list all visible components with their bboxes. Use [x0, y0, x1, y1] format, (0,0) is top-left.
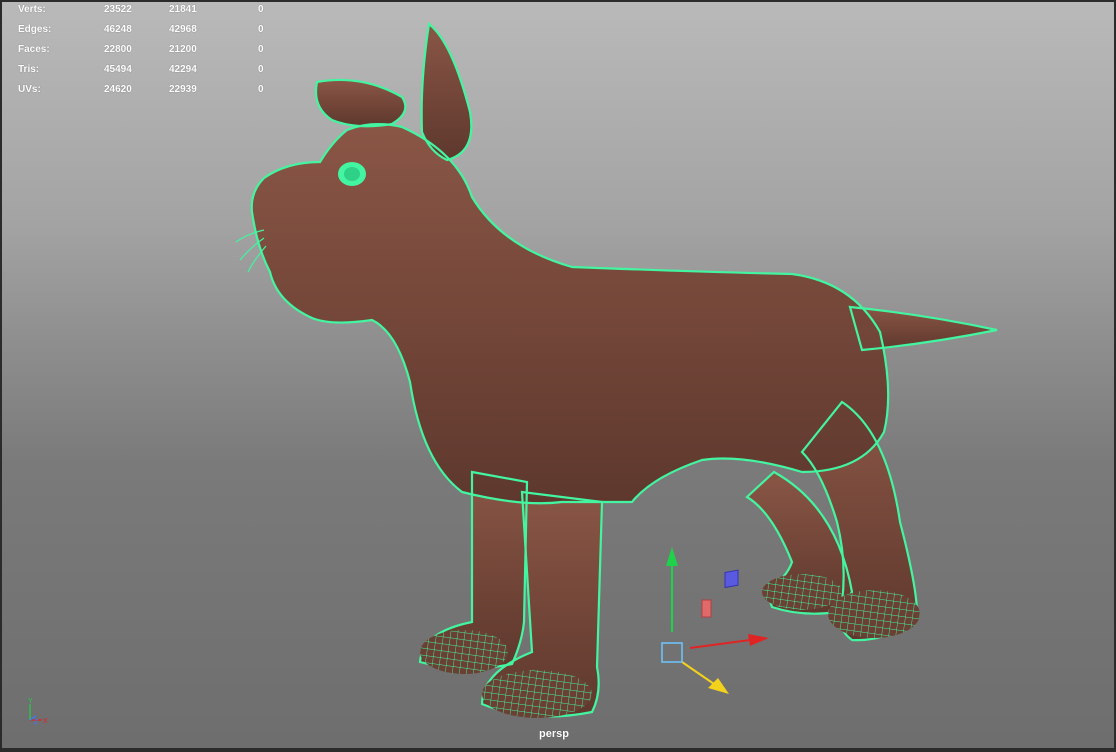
hud-row-faces: Faces: 22800 21200 0: [18, 44, 278, 64]
hud-component: 0: [258, 24, 264, 35]
hud-total: 46248: [104, 24, 132, 35]
hud-total: 24620: [104, 84, 132, 95]
hud-selected: 22939: [169, 84, 197, 95]
hud-row-tris: Tris: 45494 42294 0: [18, 64, 278, 84]
hud-label: Edges:: [18, 24, 52, 35]
hud-selected: 21200: [169, 44, 197, 55]
hud-row-uvs: UVs: 24620 22939 0: [18, 84, 278, 104]
gizmo-x-axis[interactable]: [689, 639, 751, 649]
camera-name-label: persp: [539, 728, 569, 740]
hud-selected: 42294: [169, 64, 197, 75]
hud-selected: 21841: [169, 4, 197, 15]
hud-selected: 42968: [169, 24, 197, 35]
hud-component: 0: [258, 84, 264, 95]
hud-total: 45494: [104, 64, 132, 75]
hud-total: 23522: [104, 4, 132, 15]
axis-y-label: Y: [28, 698, 33, 705]
hud-label: Faces:: [18, 44, 50, 55]
hud-label: Tris:: [18, 64, 40, 75]
view-axis-indicator: Y Z X: [28, 698, 48, 726]
poly-count-hud: Verts: 23522 21841 0 Edges: 46248 42968 …: [18, 4, 278, 104]
move-gizmo[interactable]: [661, 547, 769, 694]
hud-component: 0: [258, 64, 264, 75]
gizmo-xy-plane-handle[interactable]: [724, 569, 739, 589]
gizmo-y-arrow[interactable]: [666, 547, 678, 566]
hud-total: 22800: [104, 44, 132, 55]
perspective-viewport[interactable]: Verts: 23522 21841 0 Edges: 46248 42968 …: [2, 2, 1114, 748]
gizmo-x-arrow[interactable]: [748, 634, 769, 646]
axis-x-label: X: [43, 718, 48, 725]
hud-label: Verts:: [18, 4, 46, 15]
hud-component: 0: [258, 44, 264, 55]
hud-label: UVs:: [18, 84, 41, 95]
gizmo-center-handle[interactable]: [661, 642, 683, 663]
gizmo-yz-plane-handle[interactable]: [701, 599, 712, 618]
axis-z-label: Z: [34, 719, 39, 726]
hud-row-edges: Edges: 46248 42968 0: [18, 24, 278, 44]
dog-eye: [338, 162, 366, 186]
hud-component: 0: [258, 4, 264, 15]
gizmo-z-axis[interactable]: [681, 661, 715, 685]
scene-canvas[interactable]: [2, 2, 1114, 748]
dog-mesh[interactable]: [232, 12, 1012, 732]
gizmo-z-arrow[interactable]: [708, 678, 729, 694]
hud-row-verts: Verts: 23522 21841 0: [18, 4, 278, 24]
